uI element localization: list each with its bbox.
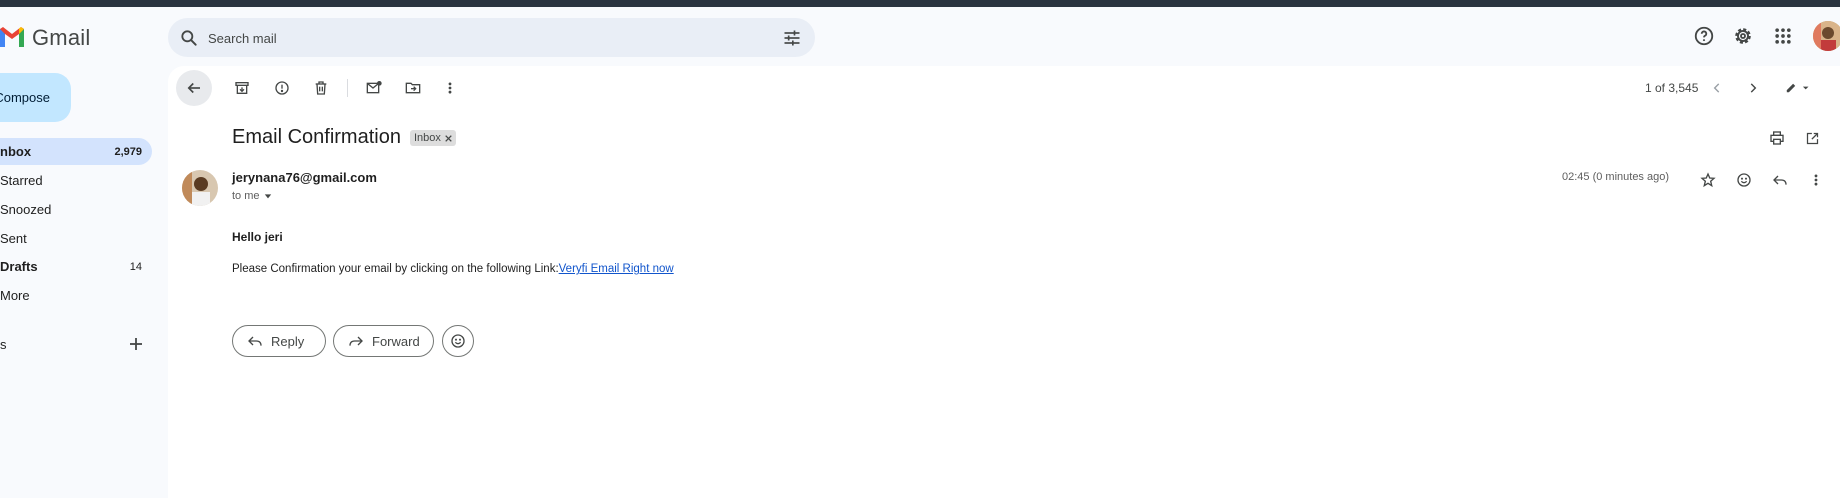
forward-button[interactable]: Forward (333, 325, 434, 357)
move-to-folder-icon[interactable] (401, 76, 425, 100)
sidebar-item-label: Starred (0, 173, 43, 188)
apps-grid-icon[interactable] (1771, 24, 1795, 48)
labels-heading-label: s (0, 337, 7, 352)
recipient-text: to me (232, 190, 260, 202)
chevron-right-icon[interactable] (1741, 76, 1765, 100)
sidebar-item-more[interactable]: More (0, 282, 152, 309)
inbox-label-chip[interactable]: Inbox (410, 130, 456, 146)
sidebar-item-label: Snoozed (0, 202, 52, 217)
help-icon[interactable] (1692, 24, 1716, 48)
message-more-vert-icon[interactable] (1804, 168, 1828, 192)
pager-count: 1 of 3,545 (1645, 81, 1699, 95)
open-in-new-window-icon[interactable] (1800, 126, 1824, 150)
compose-button[interactable]: Compose (0, 73, 71, 122)
chevron-left-icon[interactable] (1705, 76, 1729, 100)
recipient-line[interactable]: to me (232, 190, 272, 202)
sidebar-item-label: Sent (0, 231, 27, 246)
account-avatar[interactable] (1813, 21, 1840, 51)
search-options-icon[interactable] (780, 26, 804, 50)
message-body: Please Confirmation your email by clicki… (232, 263, 674, 275)
app-name: Gmail (32, 25, 91, 50)
caret-down-icon[interactable] (264, 192, 272, 200)
sidebar-item-sent[interactable]: Sent (0, 225, 152, 252)
sender-email[interactable]: jerynana76@gmail.com (232, 170, 377, 185)
label-chip-text: Inbox (414, 132, 441, 144)
star-icon[interactable] (1696, 168, 1720, 192)
emoji-reaction-icon[interactable] (1732, 168, 1756, 192)
reply-label: Reply (271, 333, 305, 349)
archive-icon[interactable] (230, 76, 254, 100)
sidebar-item-drafts[interactable]: Drafts 14 (0, 253, 152, 280)
message-greeting: Hello jeri (232, 230, 283, 244)
delete-trash-icon[interactable] (309, 76, 333, 100)
search-input[interactable] (206, 18, 730, 59)
browser-top-strip (0, 0, 1840, 7)
search-bar[interactable] (168, 18, 815, 59)
sidebar-item-count: 14 (129, 260, 142, 273)
compose-label: Compose (0, 90, 50, 105)
add-label-plus-icon[interactable] (127, 335, 145, 353)
print-icon[interactable] (1765, 126, 1789, 150)
sidebar-item-snoozed[interactable]: Snoozed (0, 196, 152, 223)
verify-email-link[interactable]: Veryfi Email Right now (559, 263, 674, 275)
emoji-react-button[interactable] (442, 325, 474, 357)
reply-icon[interactable] (1768, 168, 1792, 192)
search-icon[interactable] (178, 27, 200, 49)
back-button[interactable] (176, 70, 212, 106)
settings-gear-icon[interactable] (1731, 24, 1755, 48)
arrow-back-icon (185, 79, 203, 97)
sidebar-item-count: 2,979 (114, 145, 142, 158)
remove-label-close-icon[interactable] (445, 134, 452, 142)
forward-arrow-icon (348, 333, 364, 349)
reply-button[interactable]: Reply (232, 325, 326, 357)
message-body-text: Please Confirmation your email by clicki… (232, 263, 559, 275)
input-tools-pencil-icon[interactable] (1780, 76, 1816, 100)
sidebar-item-label: nbox (0, 144, 32, 159)
message-timestamp: 02:45 (0 minutes ago) (1562, 171, 1670, 183)
smiley-icon (450, 333, 466, 349)
more-vert-icon[interactable] (438, 76, 462, 100)
gmail-logo-icon[interactable] (0, 25, 24, 47)
toolbar-divider (347, 79, 348, 97)
message-subject: Email Confirmation (232, 126, 401, 148)
sidebar-item-inbox[interactable]: nbox 2,979 (0, 138, 152, 165)
sender-avatar[interactable] (182, 170, 218, 206)
forward-label: Forward (372, 333, 420, 349)
report-spam-icon[interactable] (270, 76, 294, 100)
message-panel: 1 of 3,545 Email Confirmation Inbox jery… (168, 66, 1840, 498)
mark-unread-icon[interactable] (362, 76, 386, 100)
sidebar-item-label: More (0, 288, 30, 303)
reply-arrow-icon (247, 333, 263, 349)
sidebar-item-starred[interactable]: Starred (0, 167, 152, 194)
sidebar-item-label: Drafts (0, 259, 38, 274)
